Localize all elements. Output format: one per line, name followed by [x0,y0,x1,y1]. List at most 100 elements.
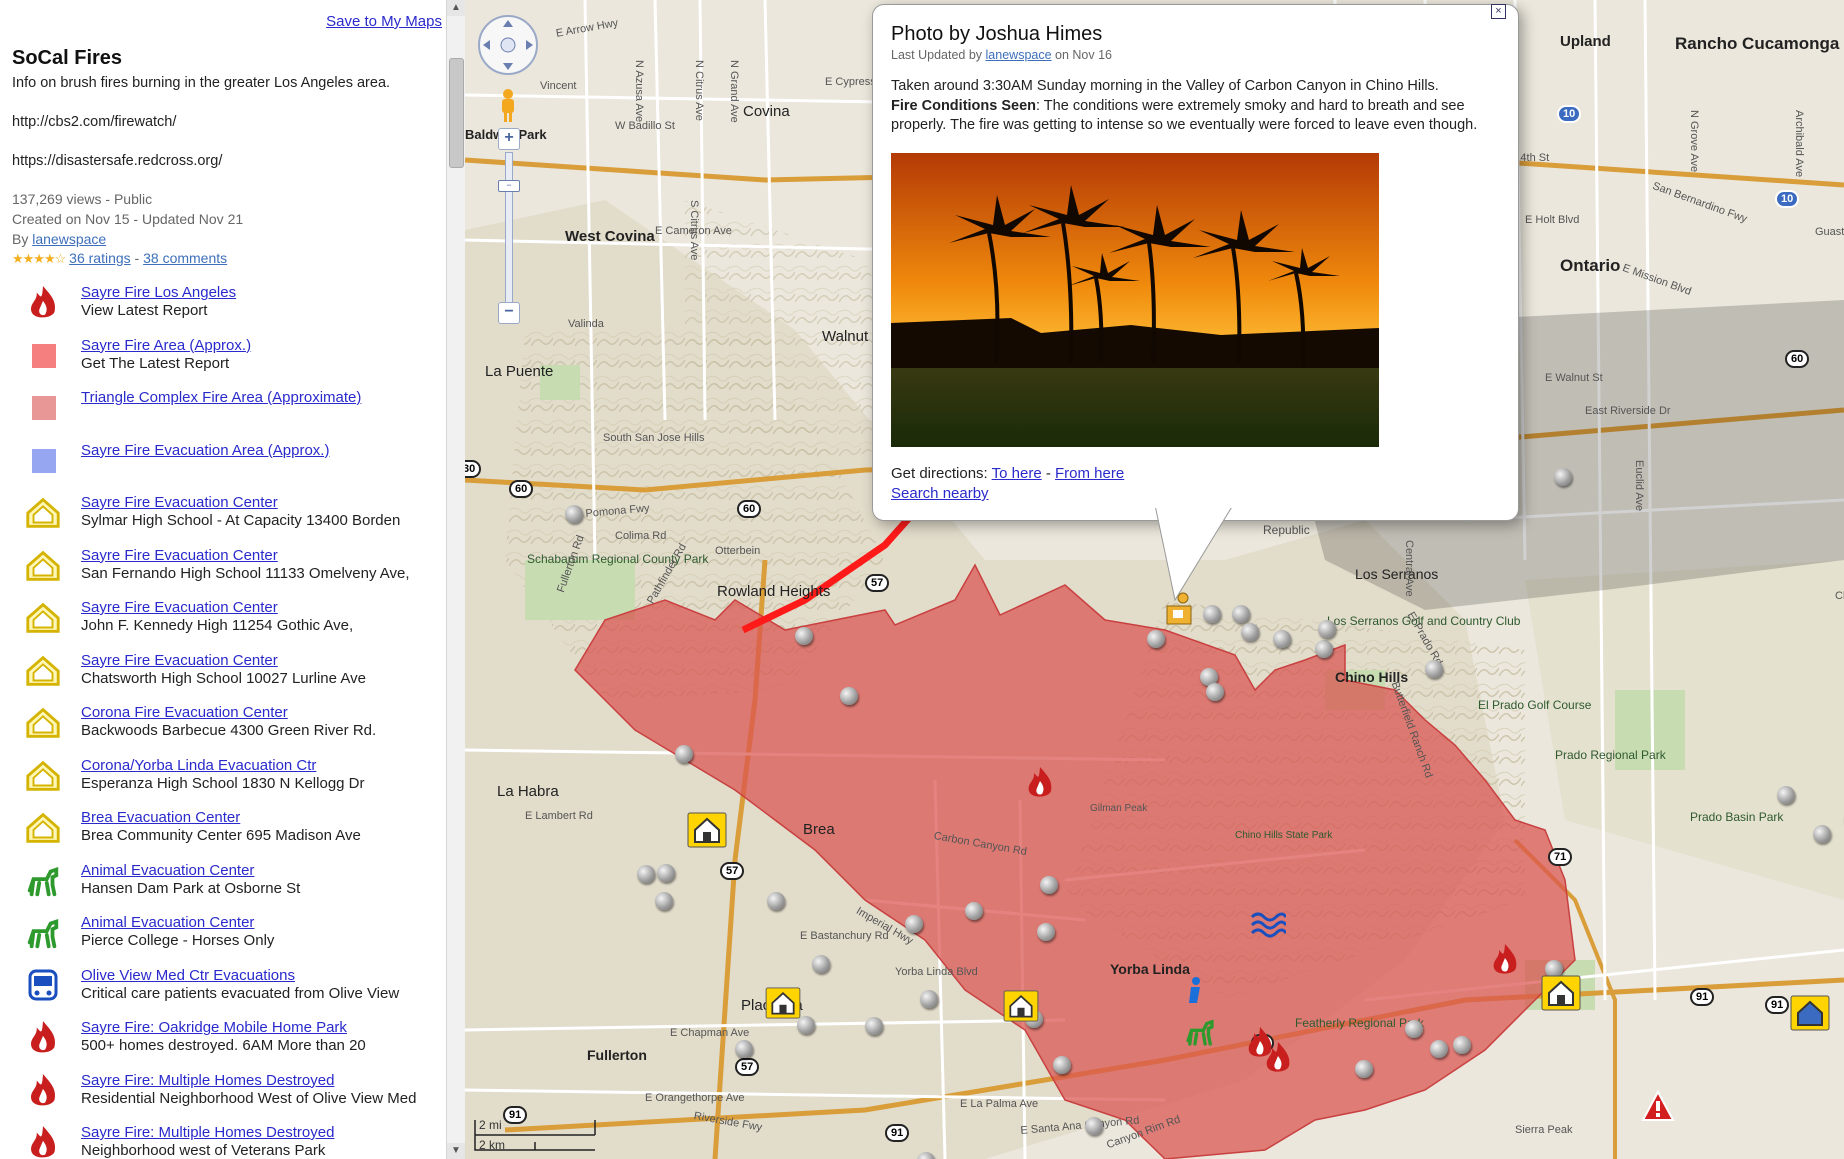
placemark-title-link[interactable]: Sayre Fire Evacuation Center [81,547,278,564]
placemark-title-link[interactable]: Sayre Fire Evacuation Center [81,652,278,669]
placemark-title-link[interactable]: Brea Evacuation Center [81,809,240,826]
updated-author-link[interactable]: lanewspace [986,48,1052,62]
house-icon[interactable] [24,494,62,532]
zoom-out-button[interactable]: − [498,302,520,324]
placemark-pin-icon[interactable] [1813,825,1831,843]
scroll-down-arrow-icon[interactable]: ▼ [447,1143,465,1159]
horse-icon[interactable] [1183,1015,1217,1049]
placemark-pin-icon[interactable] [1355,1060,1373,1078]
placemark-title-link[interactable]: Sayre Fire Area (Approx.) [81,337,251,354]
placemark-pin-icon[interactable] [1453,1036,1471,1054]
placemark-pin-icon[interactable] [905,915,923,933]
fire-icon[interactable] [1025,765,1055,801]
close-icon[interactable]: × [1491,4,1506,19]
list-item[interactable]: Sayre Fire Evacuation Center San Fernando… [0,547,440,599]
list-item[interactable]: Sayre Fire: Multiple Homes Destroyed Neig… [0,1124,440,1159]
placemark-title-link[interactable]: Sayre Fire Evacuation Center [81,494,278,511]
fire-icon[interactable] [24,1124,62,1159]
placemark-title-link[interactable]: Animal Evacuation Center [81,862,254,879]
scrollbar-thumb[interactable] [449,58,464,168]
water-icon[interactable] [1250,905,1286,941]
fire-icon[interactable] [1263,1040,1293,1076]
zoom-slider-handle[interactable]: − [498,180,520,192]
warning-icon[interactable] [1641,1090,1675,1124]
bus-icon[interactable] [24,967,62,1005]
comments-link[interactable]: 38 comments [143,250,227,266]
zoom-slider-track[interactable] [505,152,513,304]
house-icon[interactable] [1541,975,1581,1011]
placemark-pin-icon[interactable] [655,892,673,910]
placemark-title-link[interactable]: Sayre Fire: Multiple Homes Destroyed [81,1124,334,1141]
placemark-title-link[interactable]: Sayre Fire: Multiple Homes Destroyed [81,1072,334,1089]
horse-icon[interactable] [24,914,62,952]
list-item[interactable]: Corona Fire Evacuation Center Backwoods B… [0,704,440,756]
placemark-title-link[interactable]: Sayre Fire Evacuation Area (Approx.) [81,442,329,459]
list-item[interactable]: Triangle Complex Fire Area (Approximate) [0,389,440,441]
placemark-pin-icon[interactable] [795,627,813,645]
list-item[interactable]: Sayre Fire Evacuation Area (Approx.) [0,442,440,494]
placemark-title-link[interactable]: Corona/Yorba Linda Evacuation Ctr [81,757,316,774]
placemark-pin-icon[interactable] [1241,623,1259,641]
house-icon[interactable] [24,704,62,742]
blue-area-swatch-icon[interactable] [24,442,62,480]
placemark-pin-icon[interactable] [675,745,693,763]
horse-icon[interactable] [24,862,62,900]
placemark-pin-icon[interactable] [1425,660,1443,678]
save-to-my-maps-link[interactable]: Save to My Maps [326,13,442,30]
list-item[interactable]: Sayre Fire Los Angeles View Latest Report [0,284,440,336]
info-icon[interactable] [1183,975,1209,1007]
zoom-in-button[interactable]: + [498,128,520,150]
placemark-pin-icon[interactable] [1203,605,1221,623]
placemark-pin-icon[interactable] [1232,605,1250,623]
placemark-pin-icon[interactable] [1315,640,1333,658]
house-icon[interactable] [687,812,727,848]
placemark-pin-icon[interactable] [920,990,938,1008]
list-item[interactable]: Sayre Fire Evacuation Center John F. Kenn… [0,599,440,651]
fire-icon[interactable] [24,1019,62,1057]
placemark-title-link[interactable]: Sayre Fire Evacuation Center [81,599,278,616]
map-canvas[interactable]: Covina West Covina Walnut La Puente Rowl… [465,0,1844,1159]
list-item[interactable]: Sayre Fire Evacuation Center Sylmar High … [0,494,440,546]
house-icon[interactable] [1003,990,1039,1022]
list-item[interactable]: Sayre Fire: Oakridge Mobile Home Park 500… [0,1019,440,1071]
placemark-pin-icon[interactable] [1147,630,1165,648]
placemark-pin-icon[interactable] [1405,1020,1423,1038]
placemark-pin-icon[interactable] [1053,1056,1071,1074]
placemark-pin-icon[interactable] [1777,786,1795,804]
list-item[interactable]: Sayre Fire Evacuation Center Chatsworth H… [0,652,440,704]
placemark-pin-icon[interactable] [840,687,858,705]
list-item[interactable]: Animal Evacuation Center Pierce College -… [0,914,440,966]
placemark-pin-icon[interactable] [1554,468,1572,486]
house-blue-icon[interactable] [1790,995,1830,1031]
pegman-icon[interactable] [496,88,520,124]
placemark-title-link[interactable]: Corona Fire Evacuation Center [81,704,288,721]
house-icon[interactable] [765,987,801,1019]
placemark-title-link[interactable]: Olive View Med Ctr Evacuations [81,967,295,984]
placemark-pin-icon[interactable] [1318,620,1336,638]
list-item[interactable]: Brea Evacuation Center Brea Community Cen… [0,809,440,861]
list-item[interactable]: Sayre Fire Area (Approx.) Get The Latest … [0,337,440,389]
house-icon[interactable] [24,809,62,847]
ratings-link[interactable]: 36 ratings [69,250,130,266]
placemark-pin-icon[interactable] [1430,1040,1448,1058]
placemark-title-link[interactable]: Sayre Fire Los Angeles [81,284,236,301]
house-icon[interactable] [24,599,62,637]
placemark-pin-icon[interactable] [812,955,830,973]
placemark-pin-icon[interactable] [1040,876,1058,894]
placemark-pin-icon[interactable] [865,1017,883,1035]
placemark-pin-icon[interactable] [1206,683,1224,701]
sidebar-scrollbar[interactable]: ▲ ▼ [446,0,465,1159]
from-here-link[interactable]: From here [1055,465,1124,482]
list-item[interactable]: Animal Evacuation Center Hansen Dam Park … [0,862,440,914]
to-here-link[interactable]: To here [992,465,1042,482]
placemark-pin-icon[interactable] [965,902,983,920]
red-area-swatch-icon[interactable] [24,337,62,375]
placemark-pin-icon[interactable] [1037,923,1055,941]
placemark-title-link[interactable]: Animal Evacuation Center [81,914,254,931]
placemark-pin-icon[interactable] [657,864,675,882]
placemark-pin-icon[interactable] [637,865,655,883]
placemark-pin-icon[interactable] [565,505,583,523]
placemark-pin-icon[interactable] [767,892,785,910]
list-item[interactable]: Corona/Yorba Linda Evacuation Ctr Esperan… [0,757,440,809]
fire-icon[interactable] [1490,942,1520,978]
